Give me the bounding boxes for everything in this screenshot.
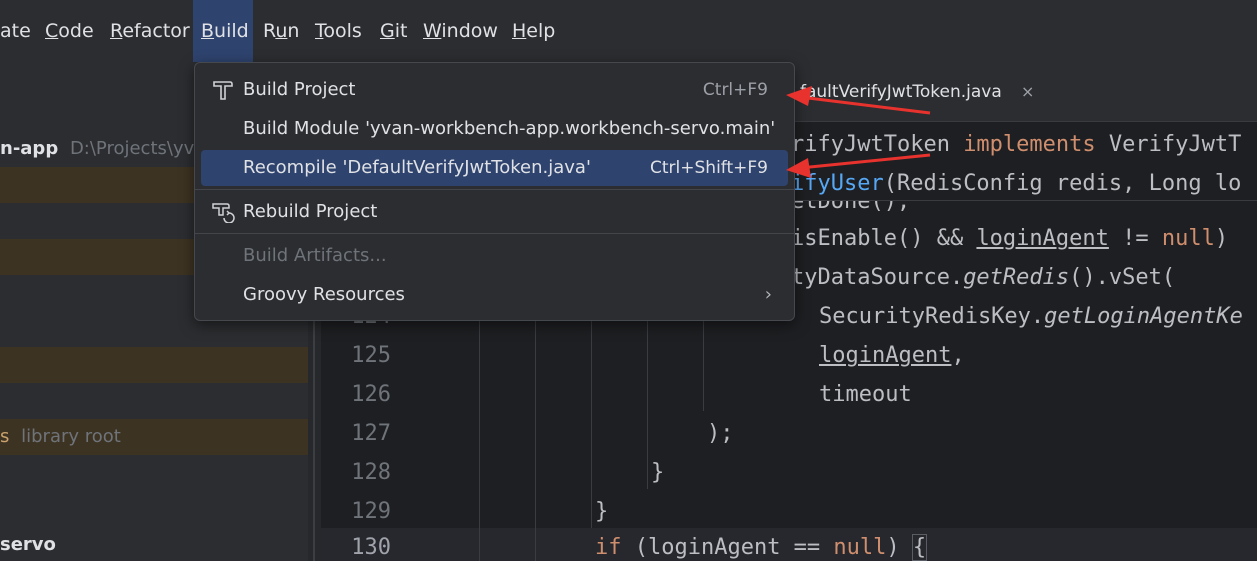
- code-line: }: [595, 499, 609, 524]
- line-number: 129: [351, 499, 391, 524]
- menu-navigate[interactable]: ate: [0, 0, 39, 62]
- menu-refactor[interactable]: Refactor: [102, 0, 198, 62]
- sticky-line: ifyUser(RedisConfig redis, Long lo: [791, 171, 1242, 196]
- chevron-right-icon: ›: [764, 284, 772, 305]
- sticky-line: rifyJwtToken implements VerifyJwtT: [791, 132, 1242, 157]
- menu-separator: [195, 189, 794, 190]
- menu-git[interactable]: Git: [372, 0, 415, 62]
- code-line: );: [707, 421, 734, 446]
- tree-row[interactable]: [0, 347, 308, 383]
- library-root-row[interactable]: s library root: [0, 419, 308, 455]
- recompile-item[interactable]: Recompile 'DefaultVerifyJwtToken.java' C…: [201, 150, 788, 186]
- project-root-name: n-app: [0, 138, 59, 159]
- line-number: 126: [351, 382, 391, 407]
- build-module-item[interactable]: Build Module 'yvan-workbench-app.workben…: [201, 111, 788, 147]
- menu-window[interactable]: Window: [415, 0, 506, 62]
- code-line: SecurityRedisKey.getLoginAgentKe: [819, 304, 1243, 329]
- library-root-label: library root: [21, 426, 121, 447]
- build-project-item[interactable]: Build Project Ctrl+F9: [201, 72, 788, 108]
- line-number: 128: [351, 460, 391, 485]
- tab-filename: faultVerifyJwtToken.java: [800, 82, 1002, 102]
- code-line: loginAgent,: [819, 343, 965, 368]
- code-line: tyDataSource.getRedis().vSet(: [791, 265, 1176, 290]
- menu-build[interactable]: Build: [193, 0, 253, 62]
- build-project-label: Build Project: [243, 79, 356, 100]
- build-artifacts-label: Build Artifacts...: [243, 245, 387, 266]
- tab-close-icon[interactable]: ×: [1021, 62, 1034, 122]
- rebuild-project-label: Rebuild Project: [243, 201, 378, 222]
- code-line: timeout: [819, 382, 912, 407]
- code-line: }: [651, 460, 665, 485]
- tree-row[interactable]: [0, 455, 308, 491]
- rebuild-project-item[interactable]: Rebuild Project: [201, 194, 788, 230]
- menu-separator: [195, 233, 794, 234]
- module-row[interactable]: servo: [0, 527, 308, 561]
- recompile-label: Recompile 'DefaultVerifyJwtToken.java': [243, 157, 591, 178]
- library-name: s: [0, 426, 10, 447]
- recompile-shortcut: Ctrl+Shift+F9: [650, 158, 768, 178]
- groovy-resources-item[interactable]: Groovy Resources ›: [201, 277, 788, 313]
- line-number: 127: [351, 421, 391, 446]
- tree-row[interactable]: [0, 383, 308, 419]
- build-module-label: Build Module 'yvan-workbench-app.workben…: [243, 118, 776, 139]
- menu-help[interactable]: Help: [504, 0, 563, 62]
- build-artifacts-item[interactable]: Build Artifacts...: [201, 238, 788, 274]
- editor-tab-defaultverifyjwttoken[interactable]: faultVerifyJwtToken.java: [800, 62, 1048, 122]
- line-number: 130: [351, 535, 391, 560]
- build-project-shortcut: Ctrl+F9: [702, 80, 768, 100]
- groovy-resources-label: Groovy Resources: [243, 284, 405, 305]
- hammer-icon: [213, 81, 233, 100]
- main-menu-bar: ate Code Refactor Build Run Tools Git Wi…: [0, 0, 1257, 62]
- build-menu-popup: Build Project Ctrl+F9 Build Module 'yvan…: [194, 62, 795, 321]
- code-line: if (loginAgent == null) {: [595, 534, 928, 561]
- tree-row[interactable]: [0, 491, 308, 527]
- code-line: isEnable() && loginAgent != null): [791, 226, 1229, 251]
- menu-code[interactable]: Code: [37, 0, 102, 62]
- rebuild-icon: [212, 203, 235, 223]
- menu-tools[interactable]: Tools: [307, 0, 370, 62]
- menu-run[interactable]: Run: [255, 0, 307, 62]
- line-number: 125: [351, 343, 391, 368]
- module-name: servo: [0, 534, 56, 555]
